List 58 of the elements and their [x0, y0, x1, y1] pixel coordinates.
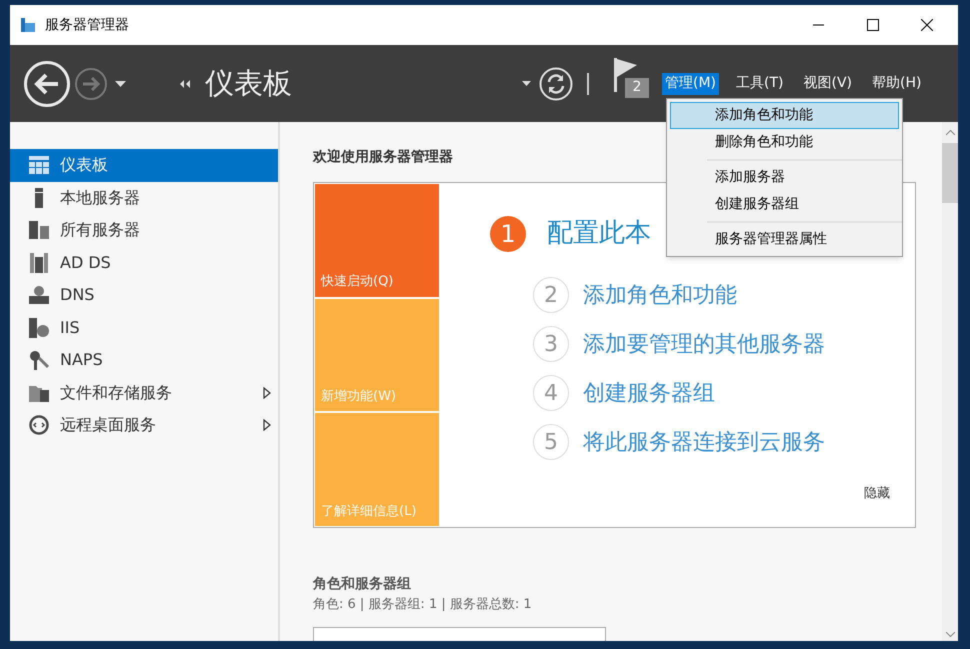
scrollbar-thumb[interactable] — [942, 143, 958, 203]
menu-item[interactable]: 管理(M) — [662, 72, 720, 94]
close-icon — [921, 19, 933, 31]
dropdown-item[interactable]: 添加服务器 — [707, 164, 902, 191]
roles-summary: 角色: 6 | 服务器组: 1 | 服务器总数: 1 — [313, 596, 533, 614]
dropdown-item[interactable]: 创建服务器组 — [707, 191, 902, 218]
roles-title: 角色和服务器组 — [313, 575, 412, 594]
refresh-icon[interactable] — [539, 66, 573, 100]
sidebar-item[interactable]: 远程桌面服务 — [10, 409, 278, 442]
window-title: 服务器管理器 — [45, 16, 129, 34]
caret-icon[interactable] — [115, 80, 126, 86]
hide-link[interactable]: 隐藏 — [864, 484, 890, 504]
remote-desktop-icon — [29, 415, 49, 436]
sidebar-item[interactable]: 文件和存储服务 — [10, 376, 278, 409]
directory-icon — [30, 252, 48, 273]
dropdown-item[interactable]: 服务器管理器属性 — [707, 226, 902, 253]
server-icon — [35, 188, 43, 208]
expand-arrow-icon[interactable] — [263, 386, 271, 399]
folder-icon — [29, 384, 49, 402]
dropdown-item[interactable]: 删除角色和功能 — [670, 129, 899, 156]
web-server-icon — [29, 318, 49, 338]
step-number: 3 — [533, 326, 569, 362]
scroll-up-icon[interactable] — [946, 130, 954, 135]
step-number: 5 — [533, 424, 569, 460]
servers-icon — [29, 221, 49, 240]
sidebar-item[interactable]: DNS — [10, 279, 278, 312]
key-icon — [29, 350, 49, 370]
forward-button[interactable] — [75, 68, 107, 100]
forward-arrow-icon — [82, 76, 100, 90]
back-arrow-icon — [34, 72, 60, 94]
caret-icon[interactable] — [522, 81, 531, 86]
grid-icon — [29, 156, 49, 174]
sidebar-item[interactable]: NAPS — [10, 344, 278, 376]
double-chevron-icon[interactable] — [180, 80, 190, 88]
step-number: 2 — [533, 277, 569, 313]
menu-item[interactable]: 工具(T) — [733, 72, 786, 94]
sidebar-item[interactable]: IIS — [10, 312, 278, 344]
scrollbar[interactable] — [942, 122, 958, 641]
step-number: 4 — [533, 375, 569, 411]
sidebar-item[interactable]: 本地服务器 — [10, 182, 278, 214]
sidebar-item[interactable]: AD DS — [10, 246, 278, 279]
notification-badge: 2 — [625, 78, 649, 98]
flag-icon[interactable] — [614, 58, 638, 92]
dropdown-item[interactable]: 添加角色和功能 — [670, 102, 899, 129]
sidebar-item[interactable]: 所有服务器 — [10, 214, 278, 246]
welcome-heading: 欢迎使用服务器管理器 — [313, 148, 454, 167]
scroll-down-icon[interactable] — [946, 632, 954, 637]
menu-item[interactable]: 视图(V) — [800, 72, 856, 94]
page-title: 仪表板 — [205, 64, 292, 102]
network-icon — [29, 286, 49, 304]
menu-item[interactable]: 帮助(H) — [869, 72, 924, 94]
step-link[interactable]: 配置此本 — [547, 214, 651, 253]
back-button[interactable] — [24, 60, 70, 106]
maximize-icon — [867, 19, 879, 31]
app-icon — [20, 17, 36, 33]
sidebar-item[interactable]: 仪表板 — [10, 149, 278, 182]
expand-arrow-icon[interactable] — [263, 419, 271, 432]
step-number: 1 — [490, 216, 526, 252]
